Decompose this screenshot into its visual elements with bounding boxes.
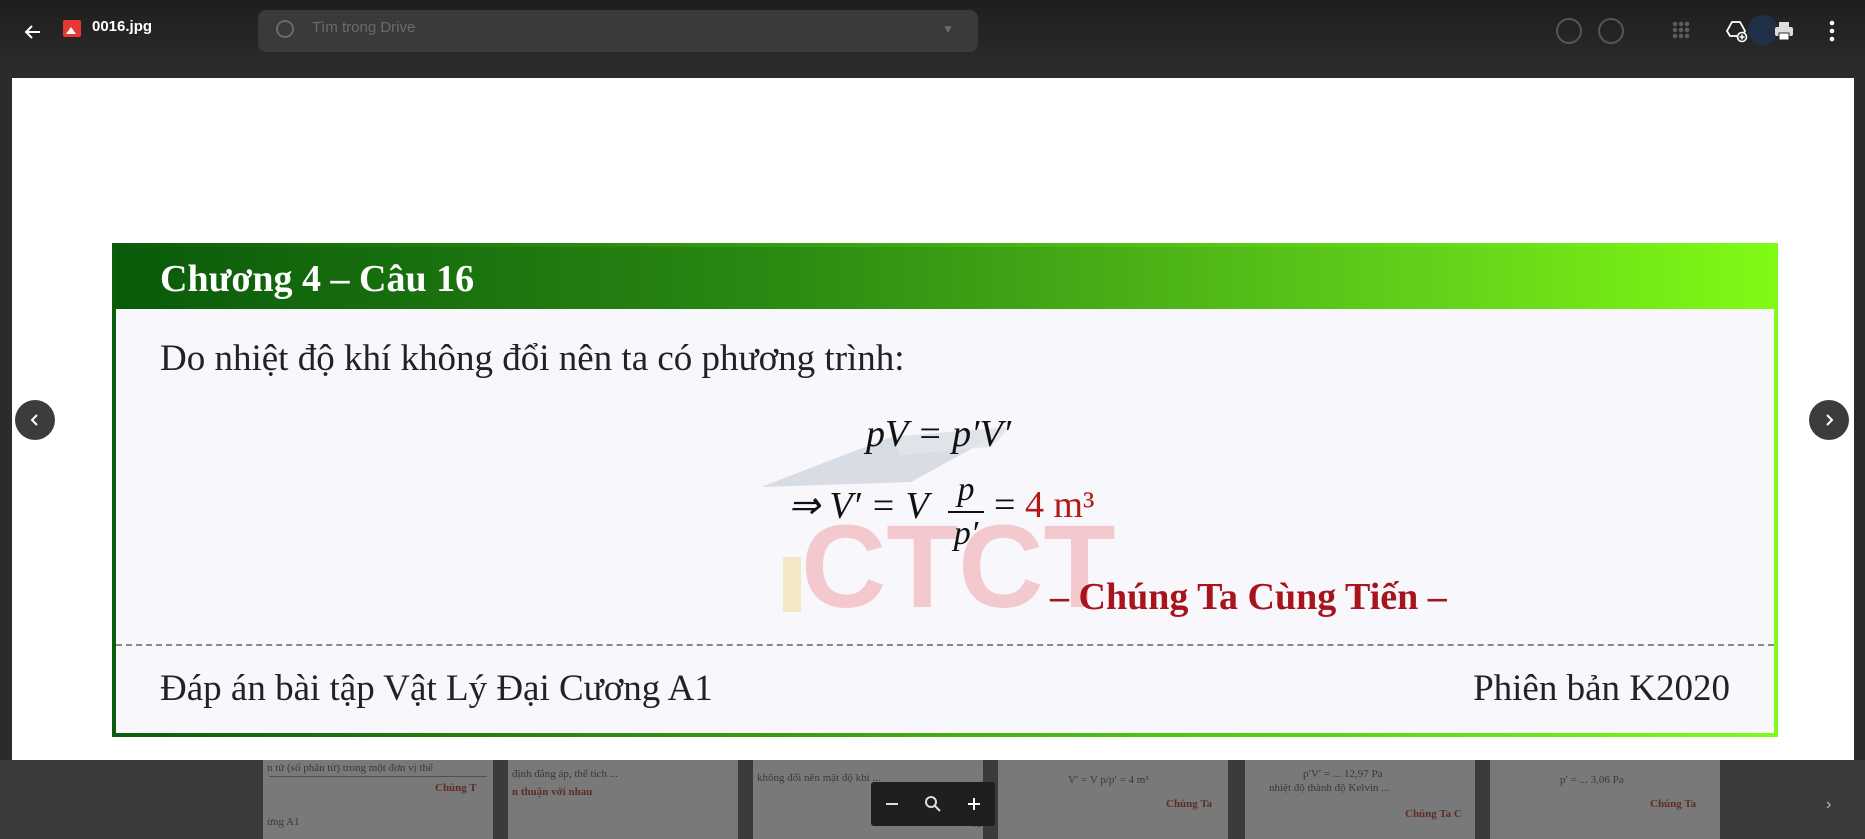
add-to-drive-button[interactable]	[1715, 10, 1757, 52]
zoom-out-icon	[885, 803, 898, 805]
equation-2-left: ⇒ V′ = V	[788, 483, 929, 528]
more-options-button[interactable]	[1811, 10, 1853, 52]
equation-2-value: 4 m³	[1024, 484, 1095, 526]
more-vert-icon	[1829, 20, 1835, 42]
slide-header: Chương 4 – Câu 16	[116, 247, 1774, 309]
slide-title: Chương 4 – Câu 16	[160, 258, 475, 300]
image-viewer: Chương 4 – Câu 16 CTCT Do nhiệt độ khí k…	[12, 78, 1854, 760]
equation-2-result: = 4 m³	[994, 483, 1094, 527]
arrow-back-icon	[24, 25, 40, 39]
zoom-reset-icon	[924, 796, 941, 812]
search-icon	[276, 20, 294, 38]
apps-grid-icon	[1672, 21, 1690, 39]
thumbnail: p′V′ = ... 12,97 Pa nhiệt độ thành độ Ke…	[1245, 760, 1475, 839]
chevron-left-icon	[30, 414, 38, 426]
thumbnail: p′ = ... 3,06 Pa Chúng Ta	[1490, 760, 1720, 839]
next-file-button[interactable]	[1809, 400, 1849, 440]
equation-2-fraction: p p′	[948, 471, 984, 553]
file-name: 0016.jpg	[92, 18, 153, 35]
zoom-in-icon	[968, 798, 981, 810]
search-options-icon: ▼	[942, 22, 954, 36]
equation-2-lhs: ⇒ V′ = V	[788, 485, 929, 527]
chevron-right-icon	[1826, 414, 1834, 426]
footer-left: Đáp án bài tập Vật Lý Đại Cương A1	[160, 668, 713, 709]
print-button[interactable]	[1763, 10, 1805, 52]
equation-1: pV = p′V′	[866, 413, 1012, 455]
image-file-icon	[63, 20, 81, 37]
back-button[interactable]	[14, 13, 52, 51]
zoom-reset-button[interactable]	[916, 787, 950, 821]
fraction-numerator: p	[957, 471, 975, 508]
slide-card: Chương 4 – Câu 16 CTCT Do nhiệt độ khí k…	[112, 243, 1778, 737]
strip-next-icon[interactable]: ›	[1826, 796, 1831, 814]
slide-body-text: Do nhiệt độ khí không đổi nên ta có phươ…	[160, 338, 905, 379]
thumbnail: n tử (số phân tử) trong một đơn vị thể C…	[263, 760, 493, 839]
slogan: – Chúng Ta Cùng Tiến –	[1050, 576, 1447, 618]
divider	[116, 644, 1774, 646]
print-icon	[1775, 22, 1793, 41]
fraction-denominator: p′	[953, 515, 979, 552]
footer-right: Phiên bản K2020	[1473, 668, 1730, 709]
zoom-in-button[interactable]	[957, 787, 991, 821]
zoom-toolbar	[871, 782, 995, 826]
equation-2-equals: =	[994, 484, 1016, 526]
thumbnail: định đẳng áp, thể tích ... n thuận với n…	[508, 760, 738, 839]
settings-icon	[1598, 18, 1624, 44]
drive-search-placeholder: Tìm trong Drive	[312, 19, 416, 36]
zoom-out-button[interactable]	[875, 787, 909, 821]
thumbnail: V′ = V p/p′ = 4 m³ Chúng Ta	[998, 760, 1228, 839]
add-to-drive-icon	[1725, 21, 1748, 43]
previous-file-button[interactable]	[15, 400, 55, 440]
help-icon	[1556, 18, 1582, 44]
